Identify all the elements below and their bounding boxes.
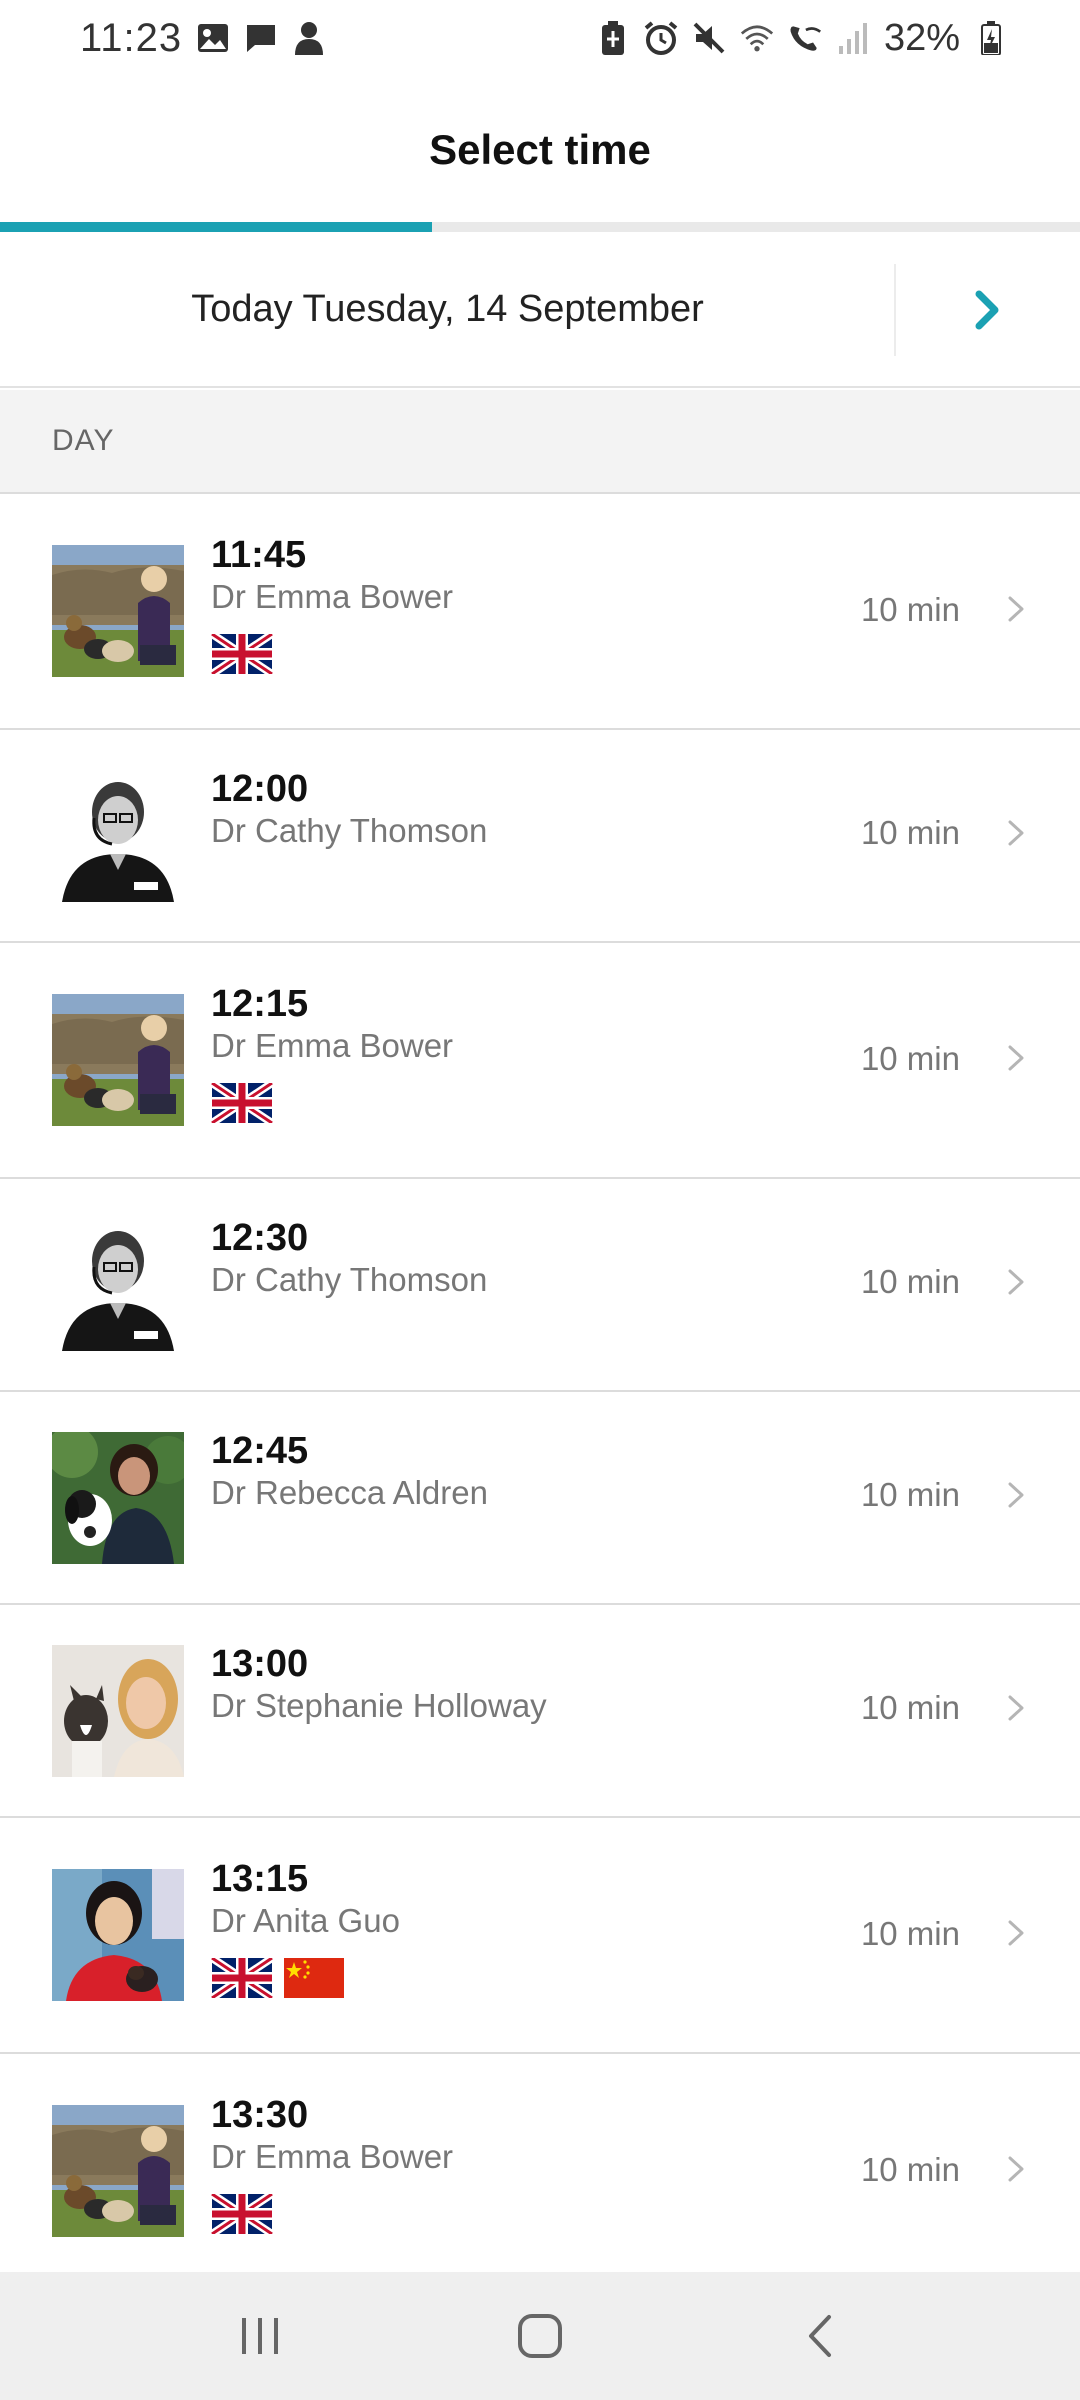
chevron-right-icon <box>1008 1482 1024 1508</box>
doctor-avatar <box>52 994 184 1126</box>
status-right: 32% <box>596 17 1008 60</box>
time-slot-row[interactable]: 13:15 Dr Anita Guo 10 min <box>0 1818 1080 2054</box>
slot-duration: 10 min <box>860 1040 960 1077</box>
doctor-name: Dr Cathy Thomson <box>211 1261 488 1298</box>
language-flags <box>211 1958 345 2003</box>
date-selector: Today Tuesday, 14 September <box>0 232 1080 388</box>
image-icon <box>196 21 230 55</box>
slot-time: 12:00 <box>211 768 309 810</box>
alarm-icon <box>644 21 678 55</box>
header: Select time <box>0 76 1080 224</box>
section-label: DAY <box>52 424 115 457</box>
status-bar: 11:23 32% <box>0 0 1080 76</box>
status-time: 11:23 <box>80 15 183 60</box>
home-button[interactable] <box>480 2286 600 2386</box>
navigation-bar <box>0 2272 1080 2400</box>
doctor-name: Dr Emma Bower <box>211 1027 454 1064</box>
recents-button[interactable] <box>200 2286 320 2386</box>
message-icon <box>244 21 278 55</box>
chevron-right-icon <box>1008 1695 1024 1721</box>
slot-time: 12:30 <box>211 1217 309 1259</box>
language-flags <box>211 2194 273 2239</box>
slot-time: 13:15 <box>211 1858 309 1900</box>
time-slot-row[interactable]: 11:45 Dr Emma Bower 10 min <box>0 494 1080 730</box>
mute-icon <box>692 21 726 55</box>
slot-duration: 10 min <box>860 1476 960 1513</box>
page-title: Select time <box>429 126 651 173</box>
slot-duration: 10 min <box>860 814 960 851</box>
slot-time: 13:00 <box>211 1643 309 1685</box>
uk-flag-icon <box>211 2194 273 2239</box>
doctor-avatar <box>52 770 184 902</box>
chevron-right-icon <box>1008 1920 1024 1946</box>
chevron-right-icon <box>1008 820 1024 846</box>
progress-bar <box>0 222 1080 232</box>
back-icon <box>809 2315 831 2357</box>
progress-fill <box>0 222 432 232</box>
slot-duration: 10 min <box>860 1689 960 1726</box>
date-label: Today Tuesday, 14 September <box>191 287 704 330</box>
person-icon <box>292 21 326 55</box>
slot-list: 11:45 Dr Emma Bower 10 min 12:00 Dr Cathy Th… <box>0 494 1080 2290</box>
doctor-name: Dr Rebecca Aldren <box>211 1474 488 1511</box>
slot-duration: 10 min <box>860 1263 960 1300</box>
doctor-name: Dr Cathy Thomson <box>211 812 488 849</box>
time-slot-row[interactable]: 12:45 Dr Rebecca Aldren 10 min <box>0 1392 1080 1605</box>
doctor-name: Dr Anita Guo <box>211 1902 400 1939</box>
time-slot-row[interactable]: 12:15 Dr Emma Bower 10 min <box>0 943 1080 1179</box>
doctor-name: Dr Emma Bower <box>211 578 454 615</box>
language-flags <box>211 634 273 679</box>
status-left: 11:23 <box>80 16 326 61</box>
battery-saver-icon <box>596 21 630 55</box>
chevron-right-icon <box>1008 2156 1024 2182</box>
uk-flag-icon <box>211 634 273 679</box>
doctor-avatar <box>52 2105 184 2237</box>
doctor-name: Dr Emma Bower <box>211 2138 454 2175</box>
slot-time: 12:45 <box>211 1430 309 1472</box>
time-slot-row[interactable]: 12:30 Dr Cathy Thomson 10 min <box>0 1179 1080 1392</box>
doctor-name: Dr Stephanie Holloway <box>211 1687 547 1724</box>
slot-time: 11:45 <box>211 534 307 576</box>
wifi-call-icon <box>788 21 822 55</box>
slot-duration: 10 min <box>860 2151 960 2188</box>
time-slot-row[interactable]: 12:00 Dr Cathy Thomson 10 min <box>0 730 1080 943</box>
recents-icon <box>242 2318 278 2354</box>
battery-percent: 32% <box>883 16 960 59</box>
battery-icon <box>974 21 1008 55</box>
chevron-right-icon <box>1008 1045 1024 1071</box>
china-flag-icon <box>283 1958 345 2003</box>
home-icon <box>518 2314 562 2358</box>
doctor-avatar <box>52 1869 184 2001</box>
uk-flag-icon <box>211 1083 273 1128</box>
slot-time: 12:15 <box>211 983 309 1025</box>
time-slot-row[interactable]: 13:30 Dr Emma Bower 10 min <box>0 2054 1080 2290</box>
chevron-right-icon <box>975 290 999 330</box>
next-day-button[interactable] <box>896 232 1080 388</box>
chevron-right-icon <box>1008 1269 1024 1295</box>
doctor-avatar <box>52 545 184 677</box>
time-slot-row[interactable]: 13:00 Dr Stephanie Holloway 10 min <box>0 1605 1080 1818</box>
back-button[interactable] <box>760 2286 880 2386</box>
doctor-avatar <box>52 1645 184 1777</box>
wifi-icon <box>740 21 774 55</box>
language-flags <box>211 1083 273 1128</box>
uk-flag-icon <box>211 1958 273 2003</box>
slot-duration: 10 min <box>860 1915 960 1952</box>
doctor-avatar <box>52 1219 184 1351</box>
slot-duration: 10 min <box>860 591 960 628</box>
doctor-avatar <box>52 1432 184 1564</box>
slot-time: 13:30 <box>211 2094 309 2136</box>
section-header: DAY <box>0 390 1080 494</box>
signal-icon <box>836 21 870 55</box>
chevron-right-icon <box>1008 596 1024 622</box>
